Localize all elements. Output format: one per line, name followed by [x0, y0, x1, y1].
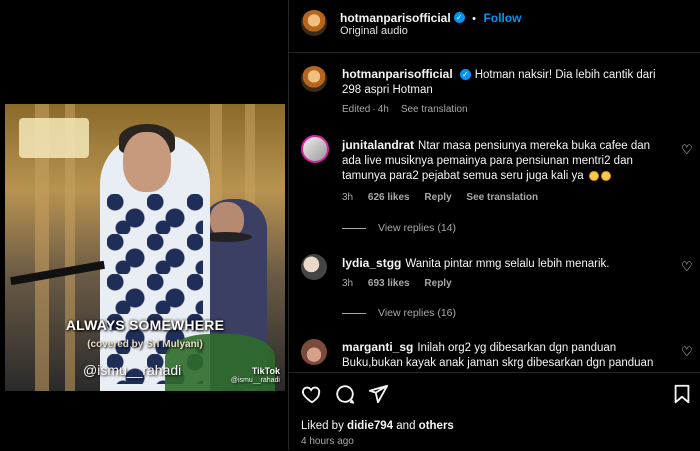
comment-likes[interactable]: 626 likes [368, 192, 410, 203]
follow-button[interactable]: Follow [483, 11, 521, 25]
avatar[interactable] [301, 10, 327, 36]
liked-by: Liked by didie794 and others [301, 420, 454, 432]
post-header: hotmanparisofficial ✓ • Follow Original a… [289, 0, 700, 53]
comment-likes[interactable]: 693 likes [368, 278, 410, 289]
liked-by-user[interactable]: didie794 [347, 420, 393, 432]
video-player[interactable]: ALWAYS SOMEWHERE (covered by Sri Mulyani… [5, 104, 285, 391]
comment-time: 3h [342, 192, 354, 203]
grinning-emoji-icon [588, 170, 599, 181]
comment-time: 3h [342, 278, 354, 289]
share-send-icon[interactable] [367, 383, 389, 405]
meta-dot: · [372, 104, 376, 115]
avatar[interactable] [301, 135, 329, 163]
view-replies-button[interactable]: View replies (14) [342, 222, 456, 234]
comment-username[interactable]: lydia_stgg [342, 256, 401, 270]
comment-meta: 3h 693 likes Reply [342, 278, 464, 289]
video-subtitle: (covered by Sri Mulyani) [87, 339, 203, 350]
like-comment-heart-icon[interactable]: ♡ [681, 142, 693, 158]
avatar[interactable] [301, 254, 327, 280]
view-replies-button[interactable]: View replies (16) [342, 307, 456, 319]
liked-by-and: and [396, 420, 416, 432]
view-replies-label: View replies (14) [378, 222, 457, 234]
comment-text: Wanita pintar mmg selalu lebih menarik. [405, 258, 610, 270]
post-timestamp[interactable]: 4 hours ago [301, 436, 354, 447]
video-title: ALWAYS SOMEWHERE [65, 317, 225, 333]
comment-meta: 3h 626 likes Reply See translation [342, 192, 550, 203]
comment-text-block: marganti_sg Inilah org2 yg dibesarkan dgn… [342, 340, 672, 372]
bookmark-save-icon[interactable] [671, 383, 693, 405]
avatar[interactable] [301, 339, 327, 365]
caption-meta: Edited · 4h See translation [342, 104, 480, 115]
stage-light [19, 118, 89, 158]
replies-line [342, 227, 366, 229]
see-translation-link[interactable]: See translation [466, 192, 538, 203]
reply-button[interactable]: Reply [424, 192, 451, 203]
post-panel: hotmanparisofficial ✓ • Follow Original a… [288, 0, 700, 451]
comment-text-block: lydia_stgg Wanita pintar mmg selalu lebih… [342, 256, 672, 272]
replies-line [342, 312, 366, 314]
caption-time: 4h [377, 104, 389, 115]
tiktok-logo-text: TikTok [251, 366, 280, 376]
verified-badge-icon: ✓ [459, 69, 471, 81]
comment-item: marganti_sg Inilah org2 yg dibesarkan dgn… [289, 334, 700, 372]
like-comment-heart-icon[interactable]: ♡ [681, 344, 693, 360]
edited-label: Edited [342, 104, 371, 115]
comment-text-block: junitalandrat Ntar masa pensiunya mereka … [342, 138, 672, 184]
comment-username[interactable]: junitalandrat [342, 138, 414, 152]
see-translation-link[interactable]: See translation [401, 104, 468, 115]
like-heart-icon[interactable] [301, 383, 323, 405]
avatar[interactable] [301, 66, 327, 92]
post-actions: Liked by didie794 and others 4 hours ago [289, 372, 700, 451]
media-pane: ALWAYS SOMEWHERE (covered by Sri Mulyani… [0, 0, 288, 450]
singer-head [123, 132, 171, 192]
tiktok-watermark: TikTok @ismu__rahadi [231, 366, 280, 386]
tiktok-watermark-handle: @ismu__rahadi [230, 377, 280, 384]
liked-by-others[interactable]: others [419, 420, 454, 432]
reply-button[interactable]: Reply [424, 278, 451, 289]
separator-dot: • [472, 13, 476, 25]
music-stand [10, 260, 105, 286]
comment-bubble-icon[interactable] [334, 383, 356, 405]
video-handle: @ismu__rahadi [83, 362, 182, 378]
comment-username[interactable]: marganti_sg [342, 340, 413, 354]
grinning-emoji-icon [600, 170, 611, 181]
caption-username[interactable]: hotmanparisofficial [342, 67, 453, 81]
caption-text-block: hotmanparisofficial ✓ Hotman naksir! Dia l… [342, 67, 662, 98]
audio-label[interactable]: Original audio [340, 25, 408, 37]
header-username[interactable]: hotmanparisofficial [340, 11, 451, 25]
like-comment-heart-icon[interactable]: ♡ [681, 259, 693, 275]
verified-badge-icon: ✓ [453, 12, 465, 24]
liked-by-prefix: Liked by [301, 420, 344, 432]
view-replies-label: View replies (16) [378, 307, 457, 319]
